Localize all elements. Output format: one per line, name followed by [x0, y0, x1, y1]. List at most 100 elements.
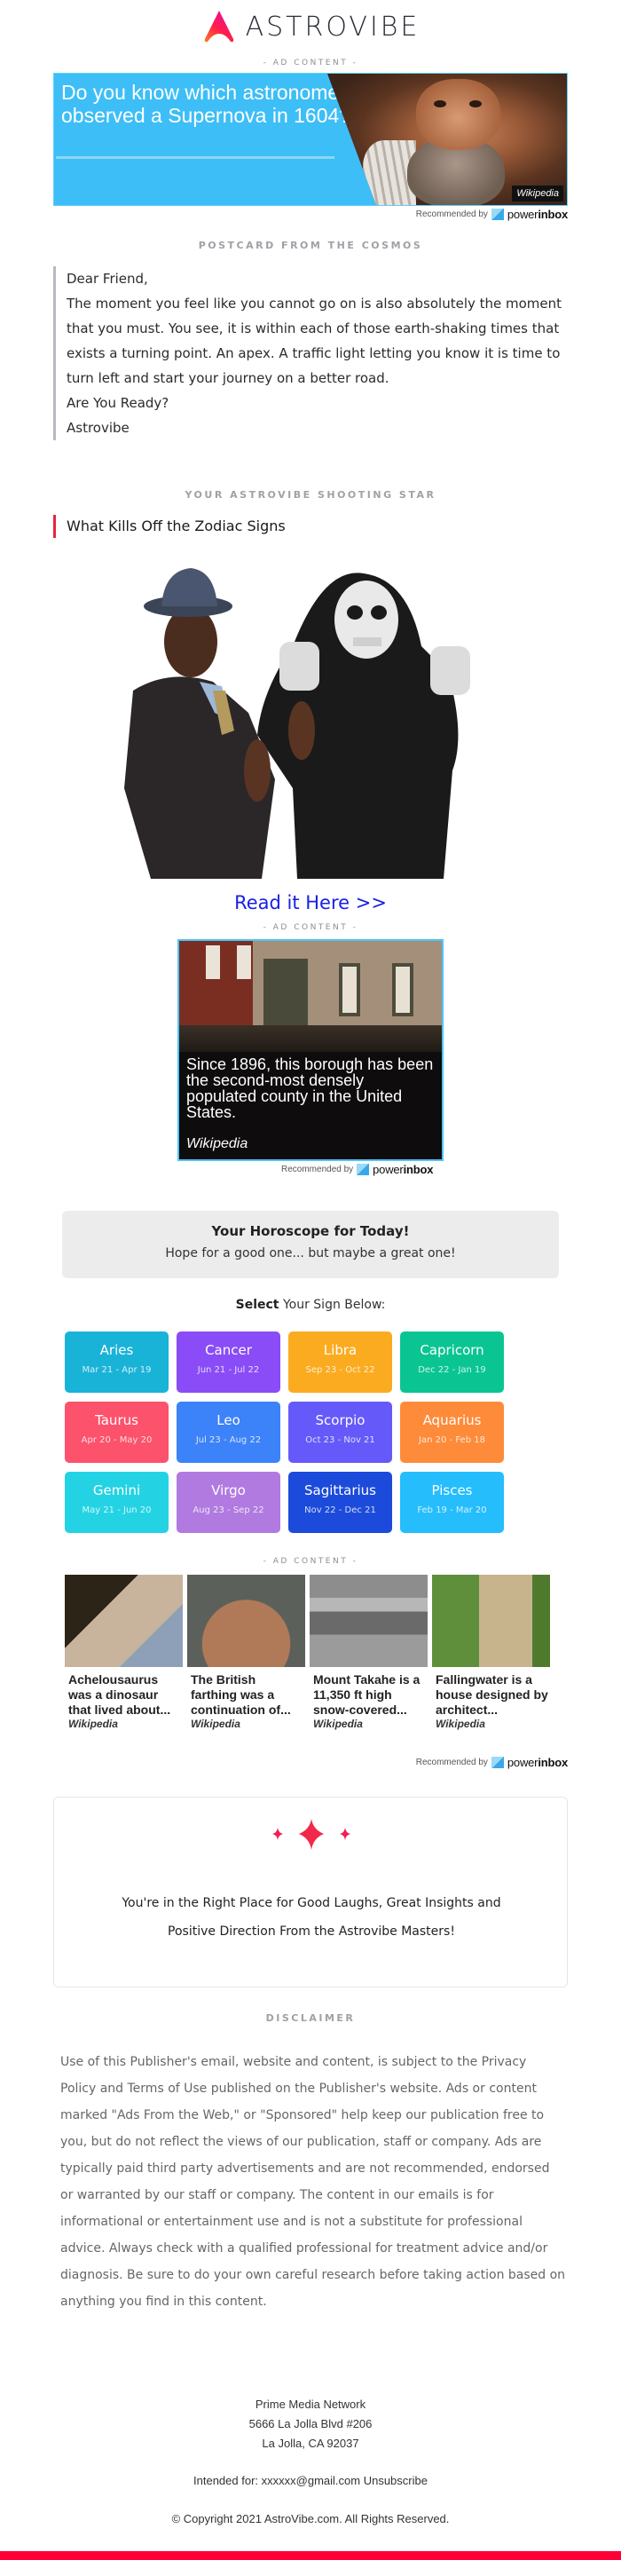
disclaimer-text: Use of this Publisher's email, website a… — [60, 2055, 566, 2309]
recommended-by-label: Recommended by — [415, 1758, 488, 1767]
footer-intended: Intended for: xxxxxx@gmail.com Unsubscri… — [0, 2474, 621, 2487]
horoscope-subtitle: Hope for a good one... but maybe a great… — [165, 1246, 456, 1260]
sign-button-taurus[interactable]: Taurus Apr 20 - May 20 — [65, 1402, 169, 1463]
brooklyn-street-image — [179, 941, 442, 1052]
sign-name: Sagittarius — [303, 1482, 376, 1498]
postcard-signature: Astrovibe — [67, 420, 130, 436]
recommendation-card[interactable]: Achelousaurus was a dinosaur that lived … — [65, 1575, 183, 1730]
recommended-by-label: Recommended by — [281, 1165, 354, 1174]
window — [237, 945, 251, 979]
intended-for-label: Intended for: — [193, 2474, 259, 2487]
top-ad-banner[interactable]: Do you know which astronomer observed a … — [53, 73, 568, 206]
middle-ad-headline: Since 1896, this borough has been the se… — [186, 1055, 434, 1121]
powerinbox-logo-text: powerinbox — [373, 1163, 434, 1176]
sign-dates: Jul 23 - Aug 22 — [195, 1435, 262, 1445]
window — [339, 963, 360, 1016]
ad-content-label: - AD CONTENT - — [263, 1557, 358, 1566]
postcard-message: Dear Friend, The moment you feel like yo… — [53, 266, 568, 440]
recommendation-source: Wikipedia — [191, 1718, 240, 1730]
portrait-eye — [434, 100, 446, 107]
story-hero-image[interactable] — [115, 557, 506, 879]
sign-dates: May 21 - Jun 20 — [82, 1505, 152, 1515]
brand-name: ASTROVIBE — [245, 11, 421, 43]
dinosaur-skull-image — [65, 1575, 183, 1667]
sign-button-pisces[interactable]: Pisces Feb 19 - Mar 20 — [400, 1472, 504, 1533]
sign-button-capricorn[interactable]: Capricorn Dec 22 - Jan 19 — [400, 1331, 504, 1393]
sign-dates: Jan 20 - Feb 18 — [419, 1435, 485, 1445]
footer-address-line1: 5666 La Jolla Blvd #206 — [248, 2417, 373, 2430]
postcard-question: Are You Ready? — [67, 395, 169, 411]
read-it-here-link[interactable]: Read it Here >> — [0, 892, 621, 913]
sign-name: Taurus — [95, 1412, 138, 1428]
copper-coin-image — [187, 1575, 305, 1667]
middle-ad-source: Wikipedia — [186, 1136, 248, 1151]
street-shadow — [179, 1025, 442, 1052]
sign-name: Virgo — [211, 1482, 246, 1498]
recommendation-card[interactable]: Fallingwater is a house designed by arch… — [432, 1575, 550, 1730]
footer-address-line2: La Jolla, CA 92037 — [262, 2437, 359, 2450]
sign-button-gemini[interactable]: Gemini May 21 - Jun 20 — [65, 1472, 169, 1533]
unsubscribe-link[interactable]: Unsubscribe — [364, 2474, 428, 2487]
sign-dates: Nov 22 - Dec 21 — [304, 1505, 376, 1515]
recommended-by-powerinbox[interactable]: Recommended by powerinbox — [416, 1756, 568, 1769]
sign-dates: Sep 23 - Oct 22 — [305, 1365, 375, 1375]
sign-button-aquarius[interactable]: Aquarius Jan 20 - Feb 18 — [400, 1402, 504, 1463]
sign-name: Capricorn — [420, 1342, 484, 1358]
sparkles-icon — [272, 1819, 350, 1850]
astrovibe-logo-icon — [204, 11, 233, 43]
shooting-star-heading: YOUR ASTROVIBE SHOOTING STAR — [185, 489, 436, 501]
recommendation-title: Achelousaurus was a dinosaur that lived … — [68, 1672, 171, 1717]
sign-dates: Mar 21 - Apr 19 — [82, 1365, 152, 1375]
brand-logo[interactable]: ASTROVIBE — [0, 7, 621, 46]
sign-button-libra[interactable]: Libra Sep 23 - Oct 22 — [288, 1331, 392, 1393]
sign-dates: Oct 23 - Nov 21 — [305, 1435, 375, 1445]
sign-dates: Apr 20 - May 20 — [81, 1435, 153, 1445]
sign-name: Aries — [99, 1342, 134, 1358]
recommendation-source: Wikipedia — [68, 1718, 118, 1730]
horoscope-title: Your Horoscope for Today! — [211, 1223, 410, 1239]
sign-name: Aquarius — [422, 1412, 482, 1428]
recommendation-card[interactable]: The British farthing was a continuation … — [187, 1575, 305, 1730]
ad-content-label: - AD CONTENT - — [263, 59, 358, 67]
horoscope-banner: Your Horoscope for Today! Hope for a goo… — [62, 1211, 559, 1278]
fallingwater-house-image — [432, 1575, 550, 1667]
sign-name: Cancer — [205, 1342, 252, 1358]
sign-button-leo[interactable]: Leo Jul 23 - Aug 22 — [177, 1402, 280, 1463]
middle-ad[interactable]: Since 1896, this borough has been the se… — [177, 939, 444, 1161]
footer-accent-bar — [0, 2551, 621, 2560]
top-ad-divider — [56, 156, 334, 159]
select-sign-prompt: Select Your Sign Below: — [235, 1298, 386, 1312]
zodiac-sign-grid: Aries Mar 21 - Apr 19 Cancer Jun 21 - Jul … — [65, 1331, 562, 1533]
sign-button-aries[interactable]: Aries Mar 21 - Apr 19 — [65, 1331, 169, 1393]
aerial-mountain-image — [310, 1575, 428, 1667]
ad-content-label: - AD CONTENT - — [263, 923, 358, 932]
sign-button-virgo[interactable]: Virgo Aug 23 - Sep 22 — [177, 1472, 280, 1533]
recommendation-source: Wikipedia — [313, 1718, 363, 1730]
portrait-eye — [469, 100, 482, 107]
recommended-by-powerinbox[interactable]: Recommended by powerinbox — [416, 208, 568, 221]
window — [392, 963, 413, 1016]
copyright: © Copyright 2021 AstroVibe.com. All Righ… — [171, 2512, 450, 2525]
powerinbox-logo-text: powerinbox — [507, 208, 568, 221]
powerinbox-icon — [491, 1757, 504, 1768]
sign-button-cancer[interactable]: Cancer Jun 21 - Jul 22 — [177, 1331, 280, 1393]
recommended-by-powerinbox[interactable]: Recommended by powerinbox — [281, 1163, 433, 1176]
sign-dates: Aug 23 - Sep 22 — [193, 1505, 264, 1515]
postcard-body: The moment you feel like you cannot go o… — [67, 296, 562, 386]
top-ad-source: Wikipedia — [512, 186, 563, 201]
sign-button-sagittarius[interactable]: Sagittarius Nov 22 - Dec 21 — [288, 1472, 392, 1533]
story-title[interactable]: What Kills Off the Zodiac Signs — [53, 515, 286, 538]
sign-dates: Dec 22 - Jan 19 — [418, 1365, 486, 1375]
recommendation-card[interactable]: Mount Takahe is a 11,350 ft high snow-co… — [310, 1575, 428, 1730]
sign-name: Pisces — [431, 1482, 473, 1498]
recommendation-title: The British farthing was a continuation … — [191, 1672, 291, 1717]
footer-address: Prime Media Network 5666 La Jolla Blvd #… — [0, 2395, 621, 2454]
sign-dates: Jun 21 - Jul 22 — [197, 1365, 260, 1375]
recommendation-title: Mount Takahe is a 11,350 ft high snow-co… — [313, 1672, 421, 1717]
recommended-by-label: Recommended by — [415, 209, 488, 219]
sign-button-scorpio[interactable]: Scorpio Oct 23 - Nov 21 — [288, 1402, 392, 1463]
postcard-heading: POSTCARD FROM THE COSMOS — [198, 240, 423, 251]
sign-name: Scorpio — [315, 1412, 366, 1428]
powerinbox-logo-text: powerinbox — [507, 1756, 568, 1769]
powerinbox-icon — [357, 1164, 370, 1175]
